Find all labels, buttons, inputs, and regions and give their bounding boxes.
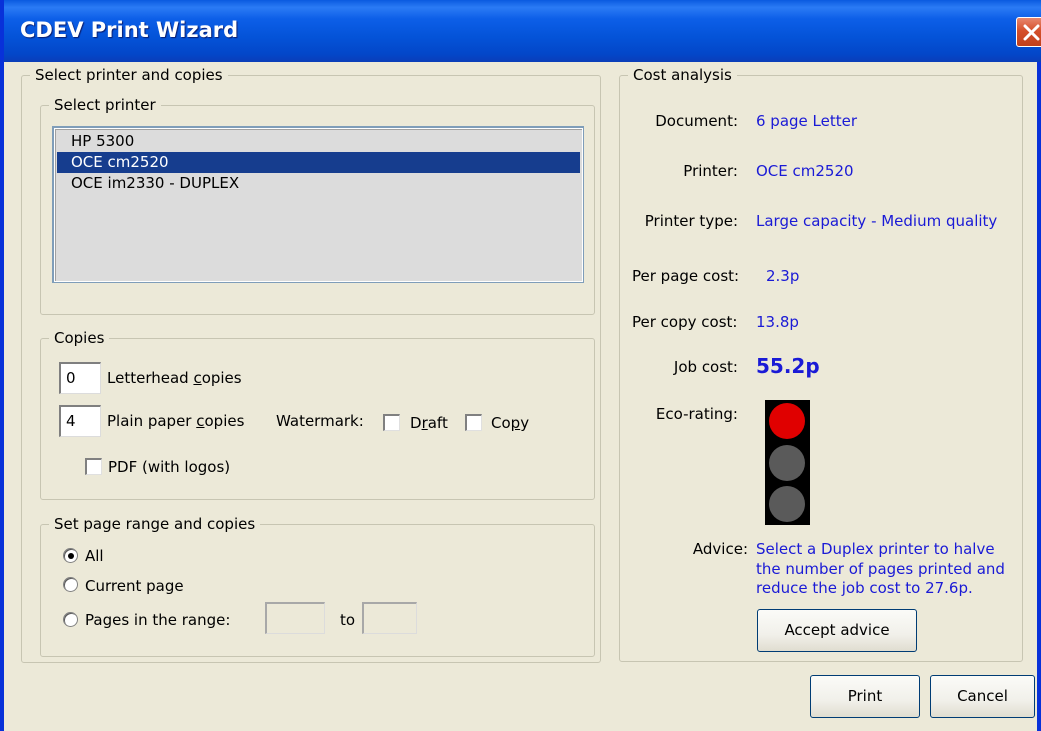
document-value: 6 page Letter xyxy=(756,112,858,130)
radio-current-page-label[interactable]: Current page xyxy=(85,577,184,595)
copy-checkbox[interactable] xyxy=(465,414,482,431)
job-cost-label: Job cost: xyxy=(673,358,738,376)
printer-type-label: Printer type: xyxy=(644,212,738,230)
select-printer-legend: Select printer xyxy=(49,95,161,115)
letterhead-copies-input[interactable]: 0 xyxy=(59,362,101,394)
advice-line-1: Select a Duplex printer to halve xyxy=(756,540,995,558)
page-range-legend: Set page range and copies xyxy=(49,514,261,534)
printer-listbox[interactable]: HP 5300 OCE cm2520 OCE im2330 - DUPLEX xyxy=(52,126,584,283)
letterhead-copies-label: Letterhead copies xyxy=(107,369,242,387)
cost-analysis-legend: Cost analysis xyxy=(628,65,737,85)
eco-light-amber xyxy=(769,445,805,481)
advice-label: Advice: xyxy=(692,540,748,558)
document-label: Document: xyxy=(655,112,738,130)
watermark-label: Watermark: xyxy=(276,412,364,430)
per-copy-cost-label: Per copy cost: xyxy=(632,313,738,331)
per-page-cost-label: Per page cost: xyxy=(632,267,740,285)
job-cost-value: 55.2p xyxy=(756,354,820,378)
pdf-checkbox[interactable] xyxy=(85,458,102,475)
eco-light-red xyxy=(769,403,805,439)
title-bar[interactable]: CDEV Print Wizard xyxy=(4,0,1041,62)
radio-page-range-label[interactable]: Pages in the range: xyxy=(85,611,230,629)
eco-rating-label: Eco-rating: xyxy=(655,405,738,423)
cancel-button[interactable]: Cancel xyxy=(930,675,1035,718)
select-printer-copies-legend: Select printer and copies xyxy=(30,65,228,85)
draft-checkbox[interactable] xyxy=(383,414,400,431)
printer-item-oce-im2330-duplex[interactable]: OCE im2330 - DUPLEX xyxy=(57,173,580,194)
printer-item-hp-5300[interactable]: HP 5300 xyxy=(57,131,580,152)
plain-paper-copies-input[interactable]: 4 xyxy=(59,405,101,437)
radio-all[interactable] xyxy=(63,548,78,563)
printer-label: Printer: xyxy=(683,162,738,180)
per-page-cost-value: 2.3p xyxy=(766,267,800,285)
radio-page-range[interactable] xyxy=(63,612,78,627)
advice-line-3: reduce the job cost to 27.6p. xyxy=(756,579,973,597)
radio-all-selected-dot xyxy=(68,553,74,559)
eco-light-green xyxy=(769,486,805,522)
per-copy-cost-value: 13.8p xyxy=(756,313,799,331)
print-button[interactable]: Print xyxy=(810,675,920,718)
close-button[interactable] xyxy=(1016,17,1041,47)
plain-paper-copies-label: Plain paper copies xyxy=(107,412,245,430)
radio-current-page[interactable] xyxy=(63,577,78,592)
range-from-input[interactable] xyxy=(265,602,325,634)
range-to-input[interactable] xyxy=(362,602,417,634)
printer-item-oce-cm2520[interactable]: OCE cm2520 xyxy=(57,152,580,173)
eco-rating-traffic-light xyxy=(765,400,810,525)
copy-label[interactable]: Copy xyxy=(491,414,529,432)
advice-text: Select a Duplex printer to halve the num… xyxy=(756,540,1041,599)
radio-all-label[interactable]: All xyxy=(85,547,104,565)
draft-label[interactable]: Draft xyxy=(410,414,448,432)
range-to-label: to xyxy=(340,611,356,629)
printer-type-value: Large capacity - Medium quality xyxy=(756,212,998,230)
copies-legend: Copies xyxy=(49,328,110,348)
pdf-label[interactable]: PDF (with logos) xyxy=(108,458,230,476)
close-icon xyxy=(1023,24,1040,41)
printer-value: OCE cm2520 xyxy=(756,162,854,180)
window-title: CDEV Print Wizard xyxy=(20,18,239,42)
accept-advice-button[interactable]: Accept advice xyxy=(757,609,917,652)
advice-line-2: the number of pages printed and xyxy=(756,559,1005,578)
